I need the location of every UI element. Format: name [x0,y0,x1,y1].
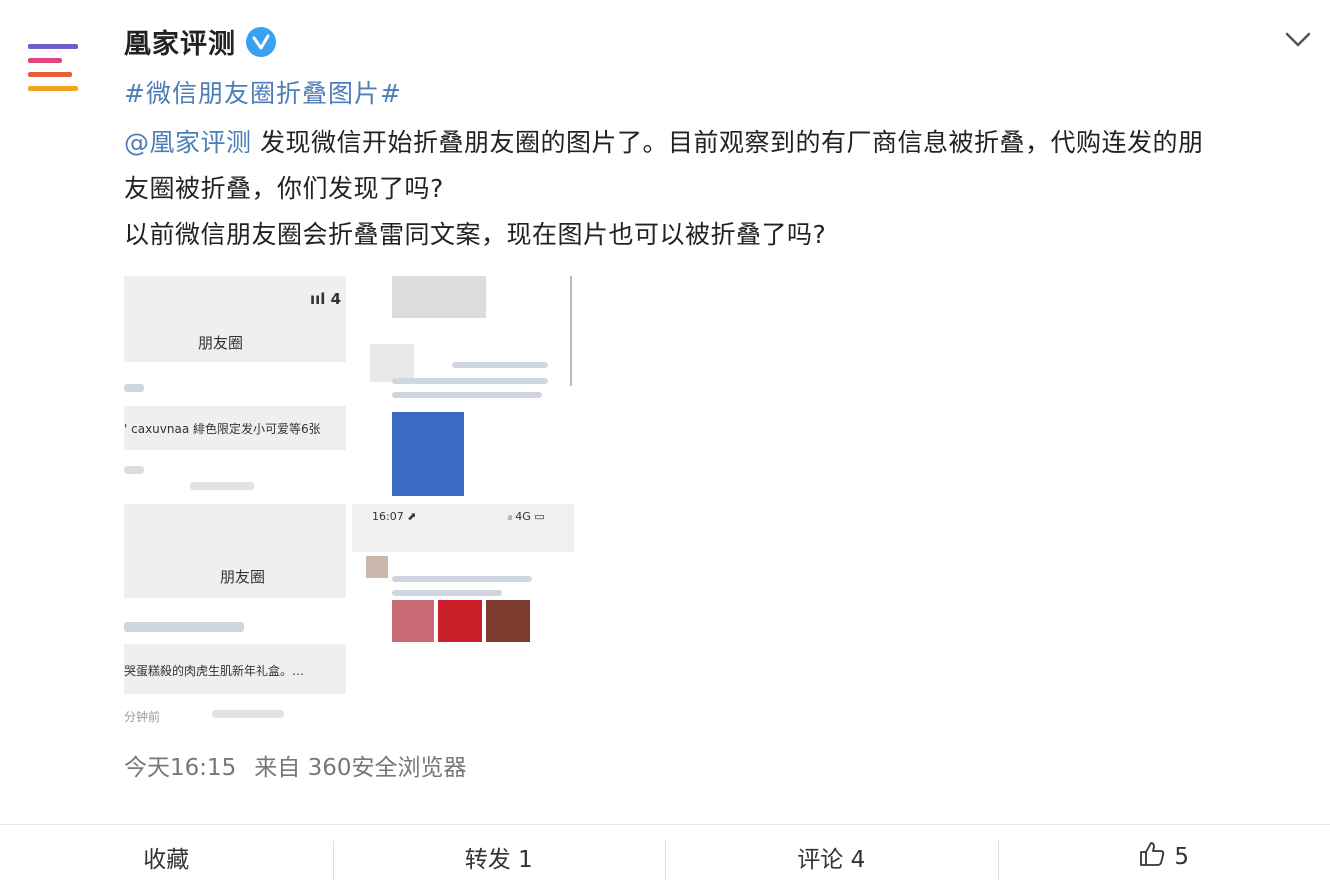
post-image-3[interactable]: 朋友圈 哭蛋糕殺的肉虎生肌新年礼盒。… 分钟前 [124,504,346,726]
like-button[interactable]: 5 [998,825,1330,889]
content-line: 友圈被折叠，你们发现了吗? [124,166,1314,212]
author-name[interactable]: 凰家评测 [124,22,236,61]
favorite-button[interactable]: 收藏 [0,825,333,889]
avatar[interactable] [28,44,80,100]
blurred-text [212,710,284,718]
image-panel [392,412,464,496]
blurred-text [392,378,548,384]
blurred-text [392,576,532,582]
comment-label: 评论 4 [797,840,865,874]
image-panel [438,600,482,642]
content-text: 发现微信开始折叠朋友圈的图片了。目前观察到的有厂商信息被折叠，代购连发的朋 [252,128,1204,157]
verified-icon [246,27,276,57]
status-battery: ᵢₗ 4G ▭ [508,510,545,523]
post-author[interactable]: 凰家评测 [124,22,276,61]
comment-button[interactable]: 评论 4 [665,825,998,889]
content-line: 以前微信朋友圈会折叠雷同文案，现在图片也可以被折叠了吗? [124,212,1314,258]
repost-label: 转发 1 [465,840,533,874]
post-image-4[interactable]: 16:07 ⬈ ᵢₗ 4G ▭ [352,504,574,726]
hashtag-link[interactable]: #微信朋友圈折叠图片# [124,74,402,110]
blurred-text [124,466,144,474]
blurred-text [124,622,244,632]
blurred-text [392,392,542,398]
image-panel [392,276,486,318]
content-line: @凰家评测 发现微信开始折叠朋友圈的图片了。目前观察到的有厂商信息被折叠，代购连… [124,120,1314,166]
blurred-text [392,590,502,596]
blurred-text [124,384,144,392]
blurred-text [190,482,254,490]
image-caption: 朋友圈 [220,566,265,587]
post-source: 来自 360安全浏览器 [254,748,466,782]
status-time: 16:07 ⬈ [372,510,416,523]
image-panel [370,344,414,382]
action-bar: 收藏 转发 1 评论 4 5 [0,824,1330,889]
post-meta: 今天16:15 来自 360安全浏览器 [124,748,467,782]
image-panel [366,556,388,578]
image-panel [570,276,572,386]
repost-button[interactable]: 转发 1 [333,825,666,889]
thumbs-up-icon [1138,840,1166,874]
like-count: 5 [1174,844,1189,870]
post-content: @凰家评测 发现微信开始折叠朋友圈的图片了。目前观察到的有厂商信息被折叠，代购连… [124,120,1314,258]
post-image-2[interactable] [352,276,574,498]
image-text: ' caxuvnaa 緋色限定发小可爱等6张 [124,420,321,437]
favorite-label: 收藏 [143,840,189,874]
image-caption: 朋友圈 [198,332,243,353]
avatar-bar [28,58,62,63]
mention-link[interactable]: @凰家评测 [124,128,252,157]
image-text: 哭蛋糕殺的肉虎生肌新年礼盒。… [124,662,304,679]
image-footer-text: 分钟前 [124,708,160,725]
post-image-1[interactable]: ııl 4 朋友圈 ' caxuvnaa 緋色限定发小可爱等6张 [124,276,346,498]
blurred-text [452,362,548,368]
chevron-down-icon[interactable] [1284,28,1312,50]
post-time[interactable]: 今天16:15 [124,748,236,782]
avatar-bar [28,72,72,77]
image-panel [486,600,530,642]
avatar-bar [28,86,78,91]
signal-label: ııl 4 [310,290,341,308]
image-panel [392,600,434,642]
avatar-bar [28,44,78,49]
